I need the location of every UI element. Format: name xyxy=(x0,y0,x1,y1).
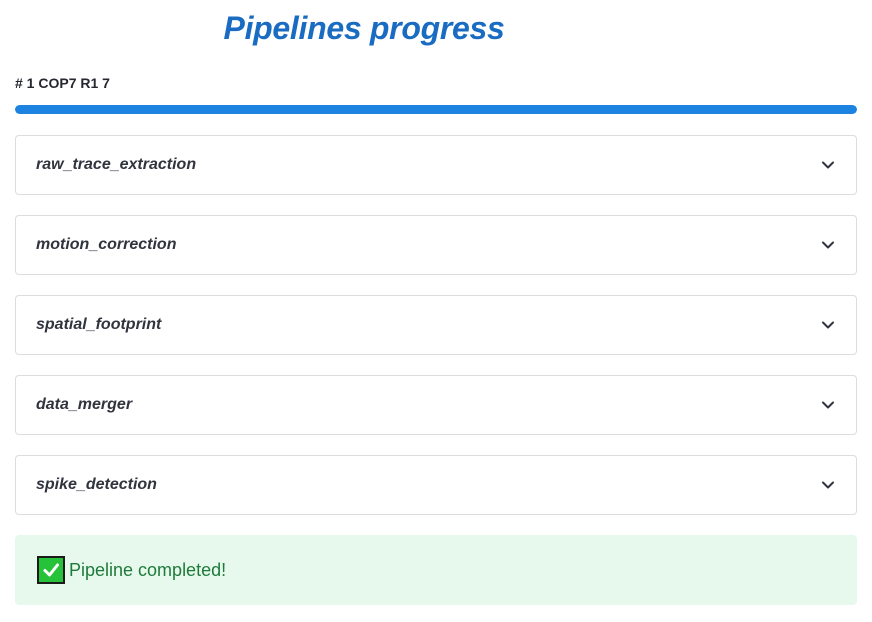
success-alert: Pipeline completed! xyxy=(15,535,857,605)
check-mark-icon xyxy=(37,556,65,584)
pipeline-expanders: raw_trace_extraction motion_correction s… xyxy=(15,135,857,535)
expander-label: spike_detection xyxy=(36,476,157,493)
chevron-down-icon[interactable] xyxy=(820,397,836,413)
expander-label: spatial_footprint xyxy=(36,316,162,333)
chevron-down-icon[interactable] xyxy=(820,237,836,253)
expander-motion-correction[interactable]: motion_correction xyxy=(15,215,857,275)
expander-data-merger[interactable]: data_merger xyxy=(15,375,857,435)
page: Pipelines progress # 1 COP7 R1 7 raw_tra… xyxy=(0,0,872,622)
expander-raw-trace-extraction[interactable]: raw_trace_extraction xyxy=(15,135,857,195)
expander-label: motion_correction xyxy=(36,236,177,253)
progress-label: # 1 COP7 R1 7 xyxy=(15,75,110,91)
chevron-down-icon[interactable] xyxy=(820,477,836,493)
expander-spatial-footprint[interactable]: spatial_footprint xyxy=(15,295,857,355)
chevron-down-icon[interactable] xyxy=(820,157,836,173)
progress-bar-fill xyxy=(15,105,857,114)
expander-label: data_merger xyxy=(36,396,133,413)
page-title: Pipelines progress xyxy=(223,10,505,46)
progress-bar xyxy=(15,105,857,114)
expander-label: raw_trace_extraction xyxy=(36,156,197,173)
chevron-down-icon[interactable] xyxy=(820,317,836,333)
success-message: Pipeline completed! xyxy=(69,559,227,580)
expander-spike-detection[interactable]: spike_detection xyxy=(15,455,857,515)
